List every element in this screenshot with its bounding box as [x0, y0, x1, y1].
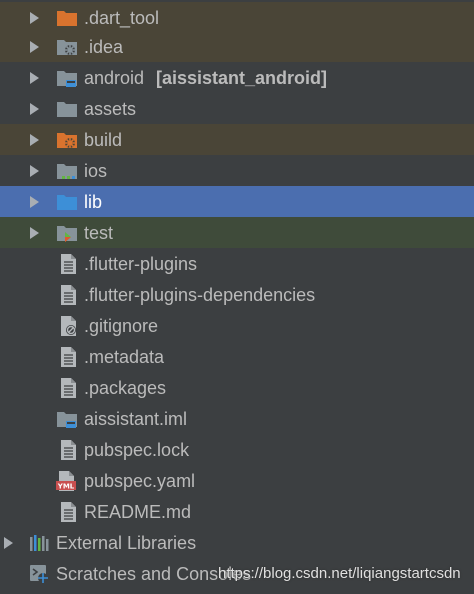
- tree-item-label: README.md: [84, 501, 192, 522]
- svg-text:YML: YML: [57, 482, 75, 490]
- tree-item-aissistant-iml[interactable]: aissistant.iml: [0, 403, 474, 434]
- expand-arrow-icon[interactable]: [30, 102, 39, 115]
- folder-test-icon: [56, 222, 78, 244]
- tree-item-label: .idea: [84, 36, 124, 57]
- yaml-file-icon: YML: [55, 470, 77, 492]
- tree-item-assets[interactable]: assets: [0, 93, 474, 124]
- scratches-icon: [28, 563, 50, 585]
- tree-item-build[interactable]: build: [0, 124, 474, 155]
- tree-item-test[interactable]: test: [0, 217, 474, 248]
- file-ignore-icon: [57, 315, 79, 337]
- folder-idea-icon: [56, 36, 78, 58]
- tree-item-label: .flutter-plugins: [84, 253, 198, 274]
- tree-item-label: .dart_tool: [84, 7, 160, 28]
- expand-arrow-icon[interactable]: [30, 195, 39, 208]
- folder-excluded-icon: [56, 129, 78, 151]
- file-icon: [57, 377, 79, 399]
- tree-item-label: ios: [84, 160, 108, 181]
- tree-item-gitignore[interactable]: .gitignore: [0, 310, 474, 341]
- expand-arrow-icon[interactable]: [30, 71, 39, 84]
- tree-item-flutter-plugins[interactable]: .flutter-plugins: [0, 248, 474, 279]
- watermark-text: https://blog.csdn.net/liqiangstartcsdn: [218, 565, 461, 582]
- tree-item-pubspec-lock[interactable]: pubspec.lock: [0, 434, 474, 465]
- tree-item-label: assets: [84, 98, 137, 119]
- file-icon: [57, 253, 79, 275]
- tree-item-label: test: [84, 222, 114, 243]
- folder-source-icon: [56, 191, 78, 213]
- expand-arrow-icon[interactable]: [30, 11, 39, 24]
- expand-arrow-icon[interactable]: [30, 164, 39, 177]
- tree-item-lib[interactable]: lib: [0, 186, 474, 217]
- tree-item-android[interactable]: android [aissistant_android]: [0, 62, 474, 93]
- folder-icon: [56, 98, 78, 120]
- tree-item-label: pubspec.yaml: [84, 470, 196, 491]
- libraries-icon: [28, 532, 50, 554]
- tree-item-readme[interactable]: README.md: [0, 496, 474, 527]
- tree-item-metadata[interactable]: .metadata: [0, 341, 474, 372]
- tree-item-external-libraries[interactable]: External Libraries: [0, 527, 474, 558]
- file-icon: [57, 284, 79, 306]
- tree-item-packages[interactable]: .packages: [0, 372, 474, 403]
- tree-item-label: .packages: [84, 377, 167, 398]
- tree-item-label: .metadata: [84, 346, 165, 367]
- tree-item-label: aissistant.iml: [84, 408, 188, 429]
- file-icon: [57, 439, 79, 461]
- tree-item-idea[interactable]: .idea: [0, 31, 474, 62]
- folder-orange-icon: [56, 7, 78, 29]
- expand-arrow-icon[interactable]: [30, 40, 39, 53]
- tree-item-label: .flutter-plugins-dependencies: [84, 284, 316, 305]
- tree-item-flutter-plugins-dependencies[interactable]: .flutter-plugins-dependencies: [0, 279, 474, 310]
- tree-item-ios[interactable]: ios: [0, 155, 474, 186]
- tree-item-label: lib: [84, 191, 103, 212]
- tree-item-label: build: [84, 129, 123, 150]
- module-file-icon: [56, 408, 78, 430]
- tree-item-label: android: [84, 67, 145, 88]
- expand-arrow-icon[interactable]: [30, 226, 39, 239]
- file-icon: [57, 346, 79, 368]
- expand-arrow-icon[interactable]: [4, 536, 13, 549]
- tree-item-label: External Libraries: [56, 532, 197, 553]
- expand-arrow-icon[interactable]: [30, 133, 39, 146]
- module-name-label: [aissistant_android]: [156, 67, 328, 88]
- folder-module-icon: [56, 67, 78, 89]
- tree-item-label: pubspec.lock: [84, 439, 190, 460]
- folder-ios-icon: [56, 160, 78, 182]
- file-icon: [57, 501, 79, 523]
- tree-item-dart-tool[interactable]: .dart_tool: [0, 2, 474, 33]
- tree-item-pubspec-yaml[interactable]: YML pubspec.yaml: [0, 465, 474, 496]
- tree-item-label: .gitignore: [84, 315, 159, 336]
- project-tree: .dart_tool .idea android [aissistant_and…: [0, 0, 474, 589]
